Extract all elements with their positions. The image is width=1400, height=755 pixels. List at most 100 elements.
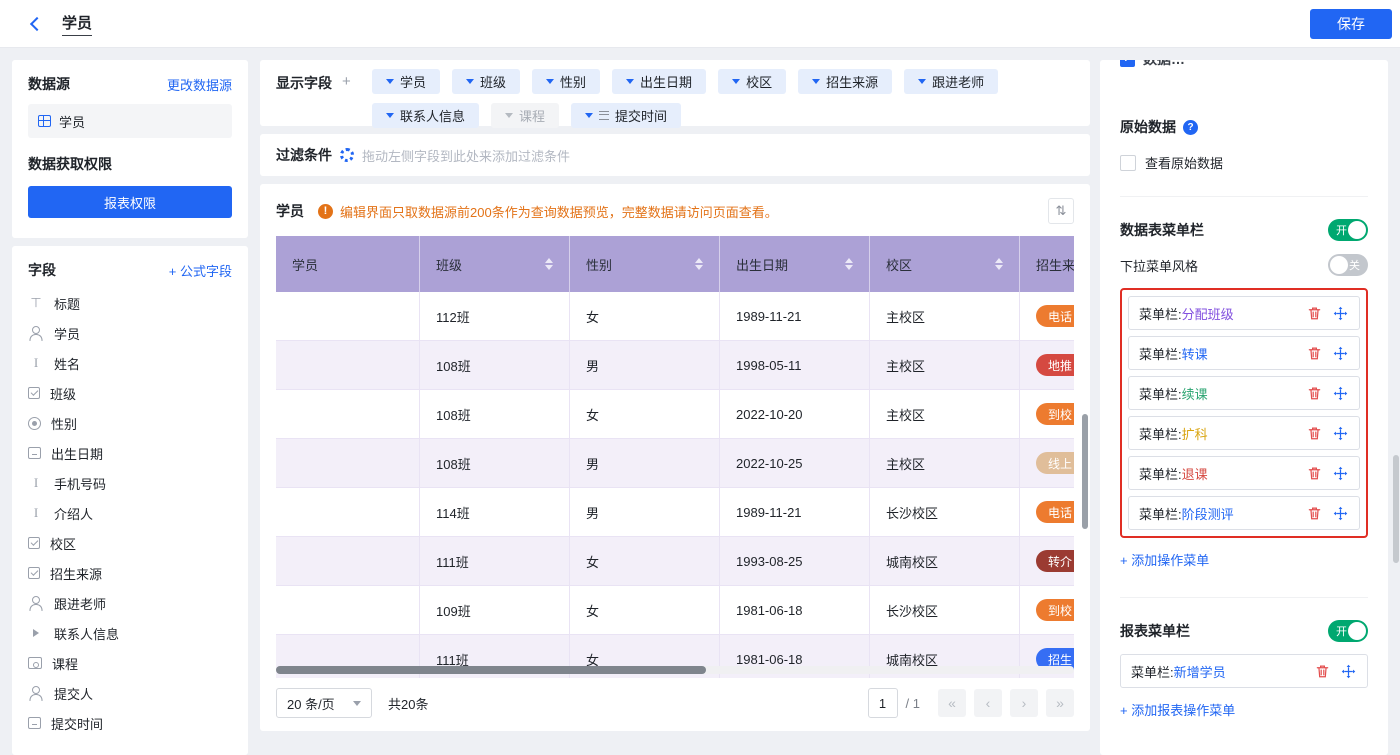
display-field-chip[interactable]: 校区: [718, 69, 786, 94]
delete-icon[interactable]: [1306, 465, 1323, 482]
move-icon[interactable]: [1332, 305, 1349, 322]
chevron-down-icon[interactable]: [386, 113, 394, 118]
table-row[interactable]: 114班 男 1989-11-21 长沙校区 电话: [276, 488, 1074, 537]
back-icon[interactable]: [30, 16, 44, 30]
move-icon[interactable]: [1332, 345, 1349, 362]
table-row[interactable]: 108班 男 2022-10-25 主校区 线上: [276, 439, 1074, 488]
column-header-class[interactable]: 班级: [420, 236, 570, 292]
field-item[interactable]: 手机号码: [28, 468, 232, 498]
chevron-down-icon[interactable]: [812, 79, 820, 84]
checked-checkbox-icon[interactable]: [1120, 60, 1135, 67]
report-menu-toggle[interactable]: 开: [1328, 620, 1368, 642]
add-formula-field-link[interactable]: + 公式字段: [169, 261, 232, 280]
sort-carets-icon[interactable]: [995, 258, 1003, 270]
next-page-button[interactable]: ›: [1010, 689, 1038, 717]
menu-bar-item[interactable]: 菜单栏: 扩科: [1128, 416, 1360, 450]
field-item[interactable]: 提交时间: [28, 708, 232, 738]
field-item[interactable]: 提交人: [28, 678, 232, 708]
field-item[interactable]: 标题: [28, 288, 232, 318]
display-field-chip[interactable]: 性别: [532, 69, 600, 94]
chevron-down-icon[interactable]: [626, 79, 634, 84]
chevron-down-icon[interactable]: [505, 113, 513, 118]
change-datasource-link[interactable]: 更改数据源: [167, 75, 232, 94]
field-item[interactable]: 出生日期: [28, 438, 232, 468]
menu-bar-item[interactable]: 菜单栏: 续课: [1128, 376, 1360, 410]
delete-icon[interactable]: [1306, 345, 1323, 362]
last-page-button[interactable]: »: [1046, 689, 1074, 717]
sort-carets-icon[interactable]: [545, 258, 553, 270]
sort-carets-icon[interactable]: [695, 258, 703, 270]
table-menu-toggle[interactable]: 开: [1328, 219, 1368, 241]
column-header-birth[interactable]: 出生日期: [720, 236, 870, 292]
menu-bar-item[interactable]: 菜单栏: 新增学员: [1120, 654, 1368, 688]
table-row[interactable]: 108班 男 1998-05-11 主校区 地推: [276, 341, 1074, 390]
display-field-chip[interactable]: 提交时间: [571, 103, 681, 128]
display-field-chip[interactable]: 跟进老师: [904, 69, 998, 94]
chevron-down-icon[interactable]: [546, 79, 554, 84]
menu-bar-item[interactable]: 菜单栏: 退课: [1128, 456, 1360, 490]
field-item[interactable]: 学员: [28, 318, 232, 348]
chevron-down-icon[interactable]: [585, 113, 593, 118]
page-vertical-scrollbar-thumb[interactable]: [1393, 455, 1399, 563]
view-raw-data-checkbox[interactable]: 查看原始数据: [1120, 153, 1368, 172]
report-permission-button[interactable]: 报表权限: [28, 186, 232, 218]
chevron-down-icon[interactable]: [466, 79, 474, 84]
move-icon[interactable]: [1332, 385, 1349, 402]
dropdown-style-toggle[interactable]: 关: [1328, 254, 1368, 276]
checkbox-icon[interactable]: [1120, 155, 1136, 171]
prev-page-button[interactable]: ‹: [974, 689, 1002, 717]
display-field-chip[interactable]: 学员: [372, 69, 440, 94]
move-icon[interactable]: [1332, 505, 1349, 522]
move-icon[interactable]: [1340, 663, 1357, 680]
table-vertical-scrollbar-thumb[interactable]: [1082, 414, 1088, 529]
add-report-menu-link[interactable]: + 添加报表操作菜单: [1120, 700, 1235, 719]
move-icon[interactable]: [1332, 425, 1349, 442]
field-item[interactable]: 校区: [28, 528, 232, 558]
delete-icon[interactable]: [1314, 663, 1331, 680]
table-row[interactable]: 109班 女 1981-06-18 长沙校区 到校: [276, 586, 1074, 635]
field-item[interactable]: 课程: [28, 648, 232, 678]
column-header-gender[interactable]: 性别: [570, 236, 720, 292]
display-field-chip[interactable]: 班级: [452, 69, 520, 94]
add-display-field-button[interactable]: +: [342, 73, 351, 117]
display-field-chip[interactable]: 联系人信息: [372, 103, 479, 128]
delete-icon[interactable]: [1306, 305, 1323, 322]
delete-icon[interactable]: [1306, 425, 1323, 442]
sort-order-icon[interactable]: [1048, 198, 1074, 224]
chevron-down-icon[interactable]: [732, 79, 740, 84]
sort-carets-icon[interactable]: [845, 258, 853, 270]
menu-bar-item[interactable]: 菜单栏: 分配班级: [1128, 296, 1360, 330]
menu-bar-item[interactable]: 菜单栏: 阶段测评: [1128, 496, 1360, 530]
drag-handle-icon[interactable]: [599, 111, 609, 120]
save-button[interactable]: 保存: [1310, 9, 1392, 39]
help-icon[interactable]: [1183, 120, 1198, 135]
move-icon[interactable]: [1332, 465, 1349, 482]
chevron-down-icon[interactable]: [386, 79, 394, 84]
datasource-item[interactable]: 学员: [28, 104, 232, 138]
first-page-button[interactable]: «: [938, 689, 966, 717]
field-item[interactable]: 介绍人: [28, 498, 232, 528]
display-field-chip[interactable]: 出生日期: [612, 69, 706, 94]
delete-icon[interactable]: [1306, 385, 1323, 402]
field-item[interactable]: 性别: [28, 408, 232, 438]
gear-icon[interactable]: [340, 148, 354, 162]
field-item[interactable]: 跟进老师: [28, 588, 232, 618]
menu-bar-item[interactable]: 菜单栏: 转课: [1128, 336, 1360, 370]
field-item[interactable]: 联系人信息: [28, 618, 232, 648]
current-page-input[interactable]: 1: [868, 688, 898, 718]
page-size-select[interactable]: 20 条/页: [276, 688, 372, 718]
column-header-campus[interactable]: 校区: [870, 236, 1020, 292]
filter-panel[interactable]: 过滤条件 拖动左侧字段到此处来添加过滤条件: [260, 134, 1090, 176]
horizontal-scrollbar-thumb[interactable]: [276, 666, 706, 674]
field-item[interactable]: 姓名: [28, 348, 232, 378]
field-item[interactable]: 招生来源: [28, 558, 232, 588]
display-field-chip[interactable]: 招生来源: [798, 69, 892, 94]
add-menu-link[interactable]: + 添加操作菜单: [1120, 550, 1209, 569]
table-row[interactable]: 111班 女 1993-08-25 城南校区 转介: [276, 537, 1074, 586]
field-item[interactable]: 班级: [28, 378, 232, 408]
chevron-down-icon[interactable]: [918, 79, 926, 84]
delete-icon[interactable]: [1306, 505, 1323, 522]
table-row[interactable]: 108班 女 2022-10-20 主校区 到校: [276, 390, 1074, 439]
display-field-chip[interactable]: 课程: [491, 103, 559, 128]
table-row[interactable]: 112班 女 1989-11-21 主校区 电话: [276, 292, 1074, 341]
